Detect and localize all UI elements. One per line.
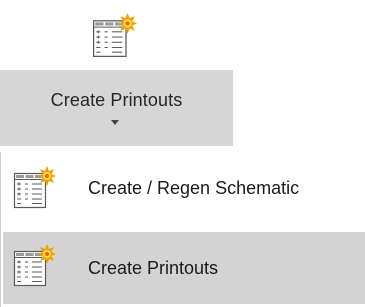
split-button-dropdown[interactable]: Create Printouts — [0, 70, 233, 146]
dropdown-arrow-icon — [111, 120, 119, 125]
split-button-main[interactable] — [0, 0, 233, 70]
create-printouts-split-button[interactable]: Create Printouts — [0, 0, 233, 146]
printouts-table-icon — [91, 13, 137, 59]
menu-item-label: Create / Regen Schematic — [88, 178, 300, 198]
schematic-table-icon — [12, 166, 56, 210]
ui-root: Create Printouts Create / Regen Schemati… — [0, 0, 365, 307]
split-button-label: Create Printouts — [50, 90, 183, 110]
menu-item-label: Create Printouts — [88, 258, 219, 278]
menu-item-create-regen-schematic[interactable]: Create / Regen Schematic — [3, 154, 365, 226]
dropdown-menu: Create / Regen Schematic Create Printout… — [0, 152, 365, 307]
menu-item-create-printouts[interactable]: Create Printouts — [3, 232, 365, 304]
printouts-table-icon — [12, 244, 56, 288]
